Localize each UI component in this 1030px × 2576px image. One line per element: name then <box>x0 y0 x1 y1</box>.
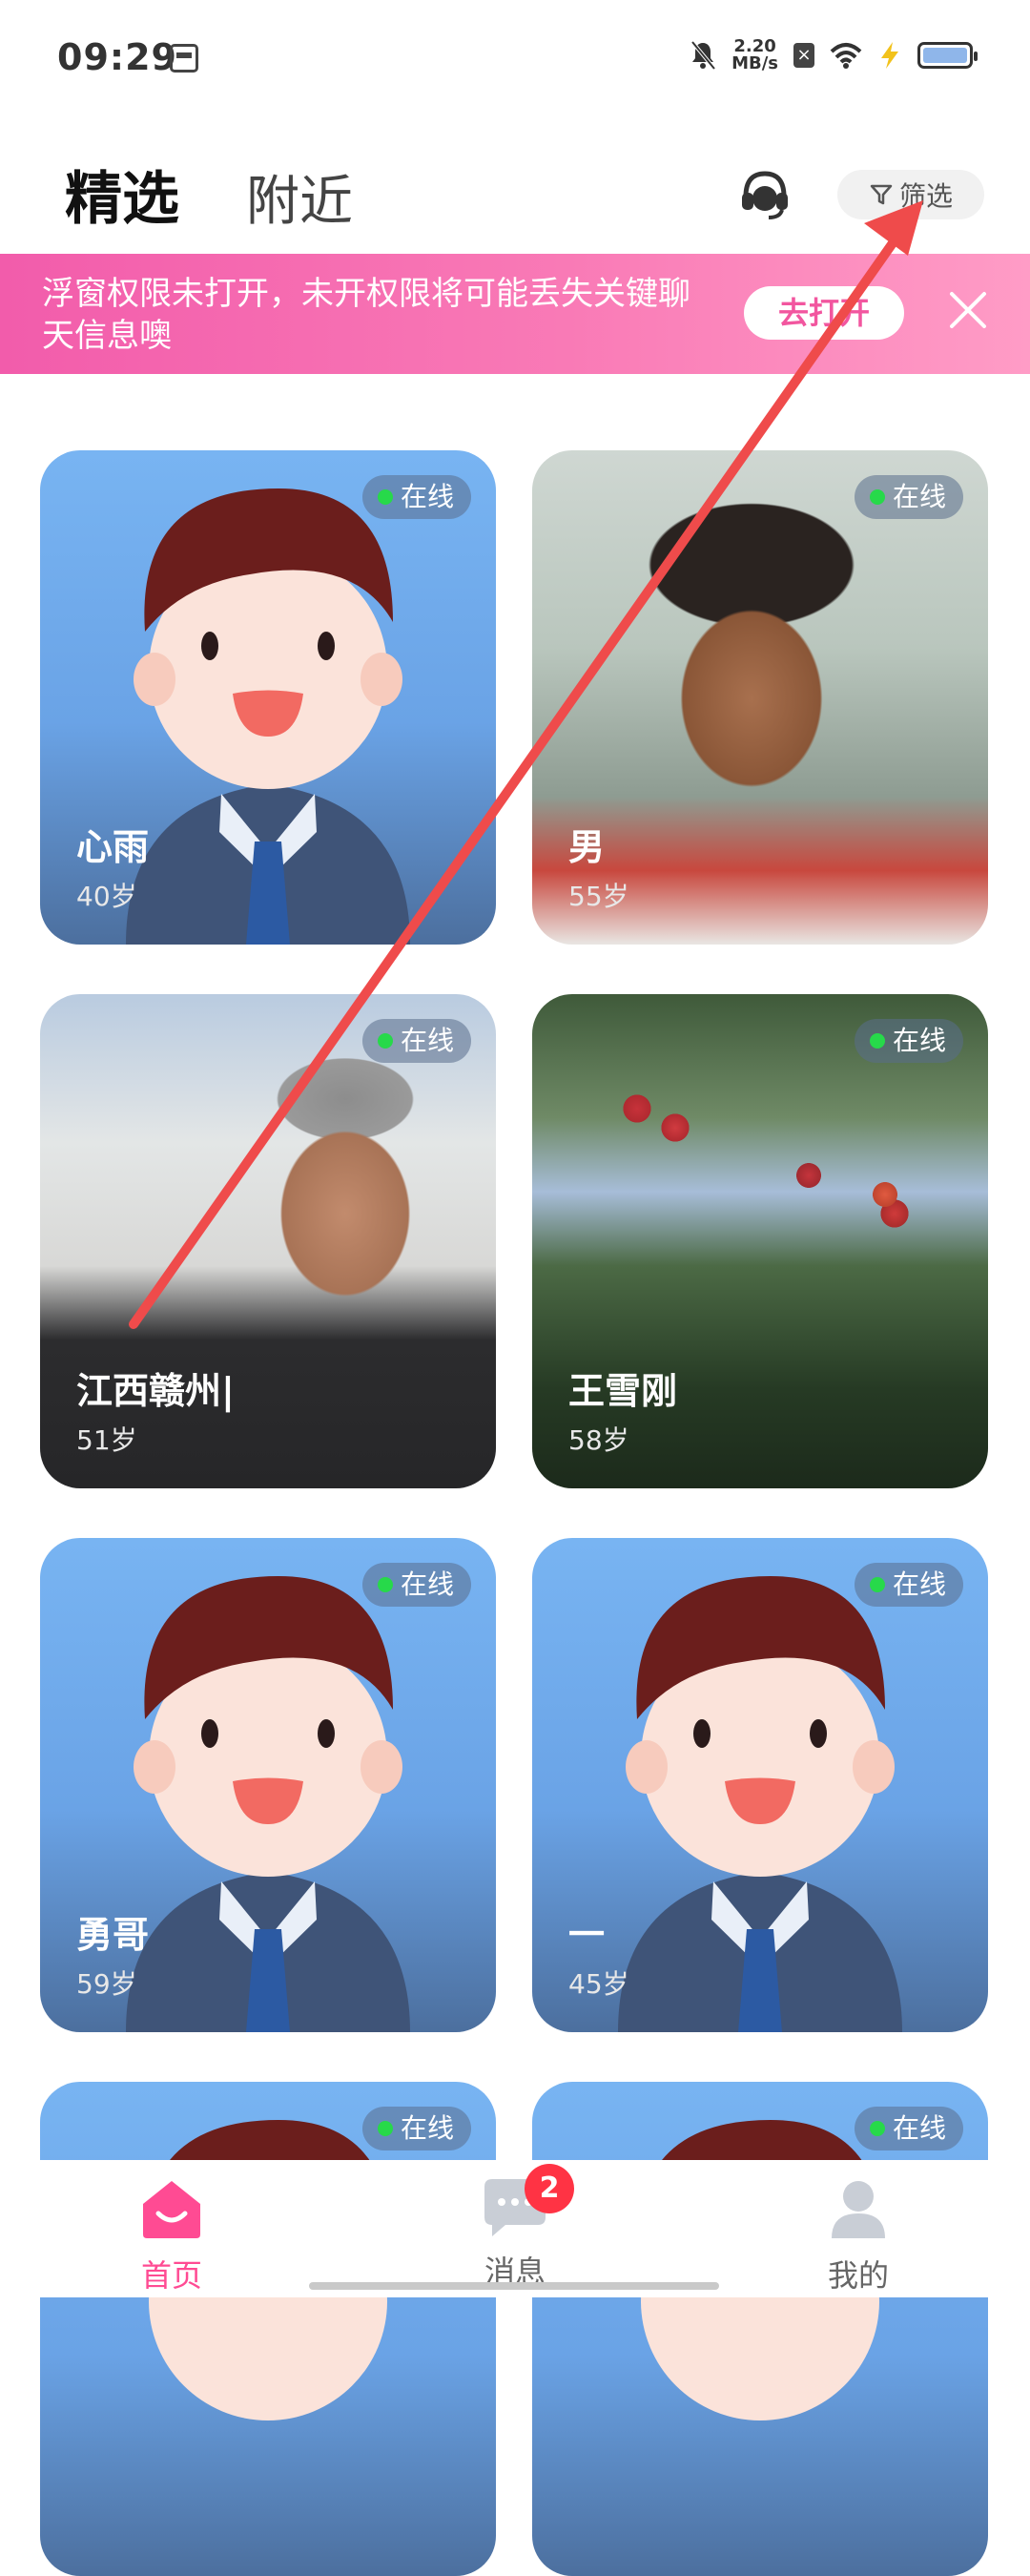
profile-card[interactable]: 在线 男 55岁 <box>532 450 988 945</box>
message-icon: 2 <box>477 2164 574 2242</box>
image-icon <box>170 44 198 73</box>
tab-featured[interactable]: 精选 <box>65 153 179 264</box>
online-status-badge: 在线 <box>361 1019 471 1063</box>
status-bar: 09:29 2.20 MB/s × <box>0 0 1030 114</box>
tab-nearby-label: 附近 <box>246 171 353 233</box>
profile-card[interactable]: 在线 心雨 40岁 <box>40 450 496 945</box>
online-status-badge: 在线 <box>854 1019 963 1063</box>
profile-age: 55岁 <box>568 881 629 912</box>
permission-banner: 浮窗权限未打开，未开权限将可能丢失关键聊天信息噢 去打开 <box>0 254 1030 374</box>
home-indicator <box>309 2282 719 2290</box>
profile-icon <box>832 2181 885 2238</box>
filter-icon <box>870 184 893 205</box>
default-avatar-image <box>144 2120 393 2420</box>
status-time: 09:29 <box>57 36 177 78</box>
nav-item-messages[interactable]: 2 消息 <box>429 2164 601 2292</box>
nav-label-profile: 我的 <box>827 2257 889 2294</box>
mute-icon <box>690 40 716 71</box>
filter-label: 筛选 <box>898 180 953 212</box>
profile-card[interactable]: 在线 <box>532 2082 988 2576</box>
profile-card[interactable]: 在线 江西赣州| 51岁 <box>40 994 496 1488</box>
banner-text: 浮窗权限未打开，未开权限将可能丢失关键聊天信息噢 <box>42 275 690 355</box>
profile-card[interactable]: 在线 一 45岁 <box>532 1538 988 2032</box>
online-status-badge: 在线 <box>361 2107 471 2150</box>
tab-featured-label: 精选 <box>65 166 179 233</box>
profile-name: 勇哥 <box>76 1914 150 1956</box>
default-avatar-image <box>126 488 410 945</box>
profile-name: 一 <box>568 1914 606 1956</box>
online-status-badge: 在线 <box>854 475 963 519</box>
open-permission-button[interactable]: 去打开 <box>744 286 904 340</box>
profile-age: 51岁 <box>76 1424 137 1456</box>
nav-label-home: 首页 <box>140 2257 202 2294</box>
profile-name: 王雪刚 <box>568 1370 678 1412</box>
profile-age: 40岁 <box>76 881 137 912</box>
top-tabs: 精选 附近 <box>65 153 353 264</box>
home-icon <box>143 2181 200 2238</box>
profile-name: 心雨 <box>76 826 150 868</box>
online-status-badge: 在线 <box>361 475 471 519</box>
online-status-badge: 在线 <box>854 1563 963 1607</box>
online-status-badge: 在线 <box>361 1563 471 1607</box>
data-saver-icon: × <box>793 43 814 68</box>
close-icon[interactable] <box>946 288 990 332</box>
tab-nearby[interactable]: 附近 <box>246 158 353 236</box>
nav-item-home[interactable]: 首页 <box>86 2175 258 2296</box>
profile-age: 45岁 <box>568 1968 629 2000</box>
profile-age: 59岁 <box>76 1968 137 2000</box>
default-avatar-image <box>618 1576 902 2032</box>
default-avatar-image <box>126 1576 410 2032</box>
battery-icon <box>917 42 978 69</box>
nav-item-profile[interactable]: 我的 <box>772 2175 944 2296</box>
wifi-icon <box>830 43 862 69</box>
filter-button[interactable]: 筛选 <box>837 170 984 219</box>
profile-card[interactable]: 在线 勇哥 59岁 <box>40 1538 496 2032</box>
status-icons: 2.20 MB/s × <box>690 36 978 74</box>
profile-age: 58岁 <box>568 1424 629 1456</box>
bottom-nav: 首页 2 消息 我的 <box>0 2160 1030 2297</box>
profile-name: 江西赣州| <box>76 1370 235 1412</box>
unread-badge: 2 <box>525 2164 574 2213</box>
profile-card[interactable]: 在线 <box>40 2082 496 2576</box>
default-avatar-image <box>636 2120 885 2420</box>
network-speed: 2.20 MB/s <box>731 36 778 73</box>
customer-service-icon[interactable] <box>736 166 793 223</box>
profile-name: 男 <box>568 826 606 868</box>
profile-card[interactable]: 在线 王雪刚 58岁 <box>532 994 988 1488</box>
charging-bolt-icon <box>881 42 898 69</box>
online-status-badge: 在线 <box>854 2107 963 2150</box>
